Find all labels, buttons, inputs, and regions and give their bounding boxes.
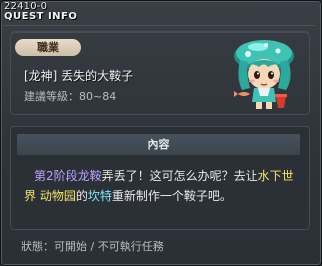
job-badge: 職業 [15,39,81,56]
quest-description: 第2阶段龙鞍弄丢了！这可怎么办呢？去让水下世界 动物园的坎特重新制作一个鞍子吧。 [24,166,300,206]
content-header: 內容 [17,134,300,155]
description-part: 第2阶段龙鞍 [34,169,102,183]
description-part: 重新制作一个鞍子吧。 [111,189,232,203]
description-part: 弄丢了！这可怎么办呢？去让 [101,169,258,183]
description-part: 的 [75,189,88,203]
quest-name: [龙神] 丢失的大鞍子 [24,69,134,83]
quest-status: 狀態：可開始 / 不可執行任務 [21,240,164,253]
recommended-level: 建議等級：80~84 [24,90,117,103]
description-part: 动物园 [39,189,76,203]
title-divider [3,25,315,26]
window-title: QUEST INFO [4,11,78,22]
description-part: 坎特 [87,189,112,203]
npc-portrait-icon [228,38,306,113]
